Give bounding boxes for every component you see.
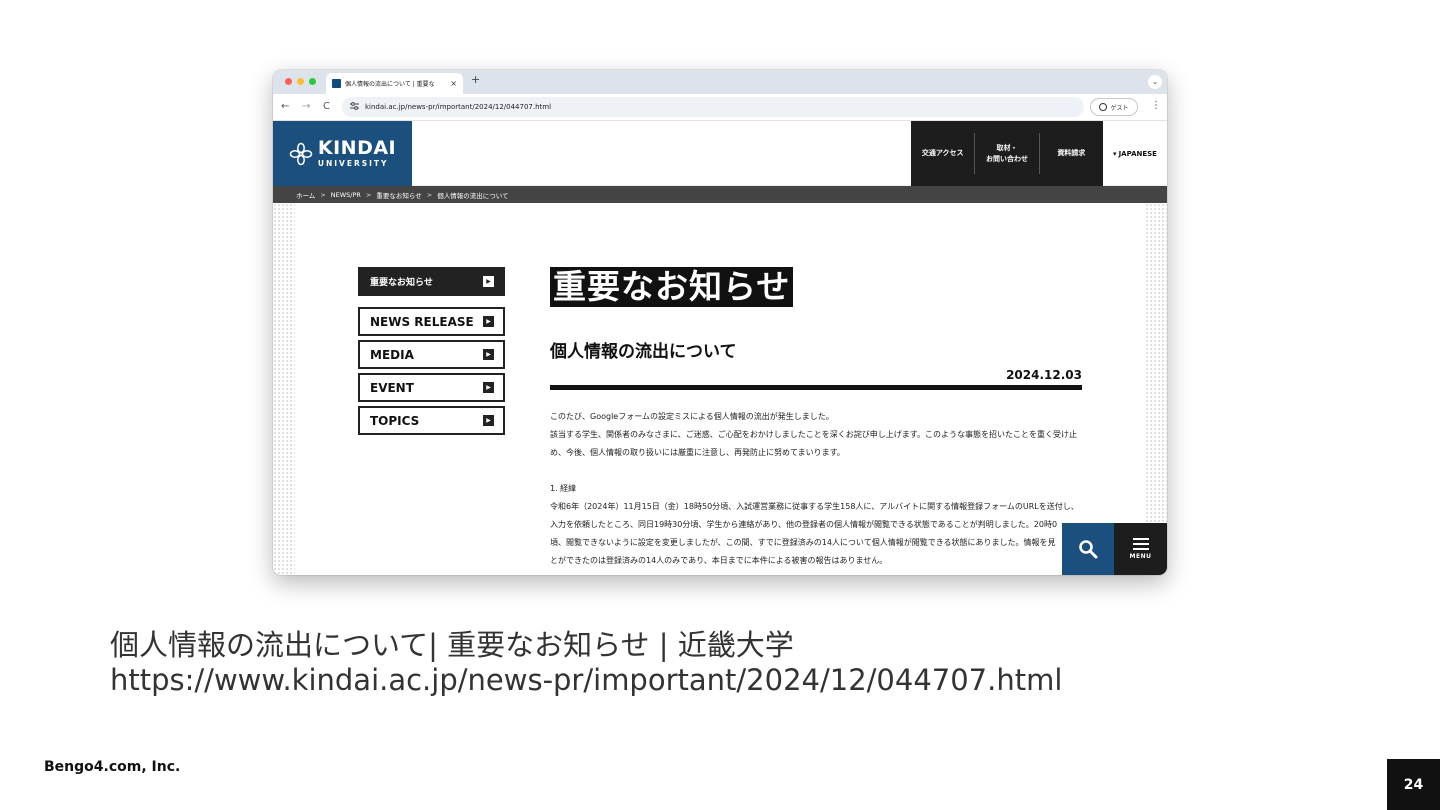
logo-main-text: KINDAI — [317, 137, 397, 160]
page-viewport: KINDAI UNIVERSITY 交通アクセス 取材・ お問い合わせ 資料請求… — [273, 121, 1167, 575]
kindai-logo[interactable]: KINDAI UNIVERSITY — [273, 121, 412, 186]
browser-tab[interactable]: 個人情報の流出について | 重要な × — [326, 73, 463, 94]
search-button[interactable] — [1062, 523, 1114, 575]
new-tab-icon[interactable]: + — [471, 74, 480, 85]
tab-title: 個人情報の流出について | 重要な — [345, 81, 435, 88]
section-heading: 1. 経緯 — [550, 484, 577, 493]
side-nav-label: MEDIA — [370, 347, 414, 362]
language-switch[interactable]: ▾ JAPANESE — [1103, 121, 1167, 186]
profile-icon — [1099, 103, 1108, 111]
article-title: 個人情報の流出について — [550, 342, 737, 362]
play-arrow-icon: ▶ — [483, 415, 494, 426]
section-line: 入力を依頼したところ、同日19時30分頃、学生から連絡があり、他の登録者の個人情… — [550, 520, 1058, 529]
guest-label: ゲスト — [1110, 104, 1129, 112]
caption-url: https://www.kindai.ac.jp/news-pr/importa… — [110, 663, 1063, 697]
side-nav-important[interactable]: 重要なお知らせ ▶ — [358, 267, 505, 296]
favicon-icon — [332, 79, 341, 88]
footer-company: Bengo4.com, Inc. — [44, 759, 181, 775]
site-settings-icon[interactable] — [350, 102, 359, 112]
breadcrumb-current: 個人情報の流出について — [437, 191, 509, 200]
search-icon — [1079, 540, 1098, 559]
play-arrow-icon: ▶ — [483, 382, 494, 393]
side-nav-label: TOPICS — [370, 413, 420, 428]
more-menu-icon[interactable]: ⋮ — [1151, 101, 1161, 111]
breadcrumb-separator: > — [320, 190, 326, 199]
section-title: 重要なお知らせ — [550, 267, 794, 307]
caret-down-icon: ▾ — [1113, 149, 1117, 158]
url-text: kindai.ac.jp/news-pr/important/2024/12/0… — [365, 103, 552, 111]
caption-title: 個人情報の流出について| 重要なお知らせ | 近畿大学 — [110, 628, 794, 662]
breadcrumb-separator: > — [365, 190, 372, 199]
nav-contact[interactable]: 取材・ お問い合わせ — [975, 121, 1038, 186]
language-label: JAPANESE — [1118, 149, 1157, 158]
dot-pattern — [273, 203, 295, 575]
breadcrumb-home[interactable]: ホーム — [296, 190, 315, 200]
intro-line: め、今後、個人情報の取り扱いには厳重に注意し、再発防止に努めてまいります。 — [550, 448, 845, 457]
intro-paragraph: このたび、Googleフォームの設定ミスによる個人情報の流出が発生しました。 該… — [550, 408, 1082, 462]
content-area: 重要なお知らせ ▶ NEWS RELEASE ▶ MEDIA ▶ EVENT ▶… — [273, 203, 1167, 575]
side-nav-label: NEWS RELEASE — [370, 314, 474, 329]
close-window-button[interactable] — [285, 78, 292, 85]
maximize-window-button[interactable] — [309, 78, 316, 85]
intro-line: このたび、Googleフォームの設定ミスによる個人情報の流出が発生しました。 — [550, 412, 834, 421]
article-date: 2024.12.03 — [1006, 368, 1082, 382]
browser-window: 個人情報の流出について | 重要な × + ⌄ ← → C kindai.ac.… — [273, 70, 1167, 575]
menu-button[interactable]: MENU — [1114, 523, 1167, 575]
section-line: 頃、閲覧できないように設定を変更しましたが、この間、すでに登録済みの14人につい… — [550, 538, 1056, 547]
intro-line: 該当する学生、関係者のみなさまに、ご迷惑、ご心配をおかけしましたことを深くお詫び… — [550, 430, 1077, 439]
tab-bar: 個人情報の流出について | 重要な × + ⌄ — [273, 70, 1167, 94]
article: 重要なお知らせ 個人情報の流出について 2024.12.03 このたび、Goog… — [550, 267, 1082, 570]
dot-pattern — [1145, 203, 1167, 575]
side-nav-news-release[interactable]: NEWS RELEASE ▶ — [358, 307, 505, 336]
section-line: とができたのは登録済みの14人のみであり、本日までに本件による被害の報告はありま… — [550, 556, 888, 565]
forward-icon[interactable]: → — [302, 100, 310, 114]
breadcrumb-newspr[interactable]: NEWS/PR — [331, 191, 361, 199]
side-nav: 重要なお知らせ ▶ NEWS RELEASE ▶ MEDIA ▶ EVENT ▶… — [358, 267, 505, 439]
breadcrumb-separator: > — [426, 190, 433, 199]
header-nav: 交通アクセス 取材・ お問い合わせ 資料請求 — [911, 121, 1103, 186]
breadcrumb: ホーム > NEWS/PR > 重要なお知らせ > 個人情報の流出について — [273, 186, 1167, 203]
tab-search-icon[interactable]: ⌄ — [1148, 75, 1162, 89]
breadcrumb-important[interactable]: 重要なお知らせ — [376, 190, 421, 200]
play-arrow-icon: ▶ — [483, 316, 494, 327]
section-line: 令和6年（2024年）11月15日（金）18時50分頃、入試運営業務に従事する学… — [550, 502, 1079, 511]
side-nav-media[interactable]: MEDIA ▶ — [358, 340, 505, 369]
close-tab-icon[interactable]: × — [450, 79, 457, 88]
site-header: KINDAI UNIVERSITY 交通アクセス 取材・ お問い合わせ 資料請求… — [273, 121, 1167, 186]
hamburger-icon — [1132, 538, 1149, 550]
minimize-window-button[interactable] — [297, 78, 304, 85]
side-nav-label: EVENT — [370, 380, 414, 395]
nav-brochure[interactable]: 資料請求 — [1040, 121, 1103, 186]
menu-label: MENU — [1129, 553, 1152, 560]
back-icon[interactable]: ← — [281, 100, 289, 114]
page-number: 24 — [1387, 759, 1440, 810]
play-arrow-icon: ▶ — [483, 349, 494, 360]
section-paragraph: 令和6年（2024年）11月15日（金）18時50分頃、入試運営業務に従事する学… — [550, 498, 1082, 570]
side-nav-topics[interactable]: TOPICS ▶ — [358, 406, 505, 435]
nav-access[interactable]: 交通アクセス — [911, 121, 974, 186]
flower-logo-icon — [289, 142, 313, 165]
guest-profile-button[interactable]: ゲスト — [1090, 98, 1138, 116]
browser-toolbar: ← → C kindai.ac.jp/news-pr/important/202… — [273, 94, 1167, 121]
play-arrow-icon: ▶ — [483, 276, 494, 287]
reload-icon[interactable]: C — [323, 100, 330, 114]
side-nav-event[interactable]: EVENT ▶ — [358, 373, 505, 402]
logo-sub-text: UNIVERSITY — [317, 159, 389, 169]
address-bar[interactable]: kindai.ac.jp/news-pr/important/2024/12/0… — [342, 97, 1084, 117]
date-divider — [550, 385, 1082, 390]
side-nav-label: 重要なお知らせ — [370, 278, 433, 288]
